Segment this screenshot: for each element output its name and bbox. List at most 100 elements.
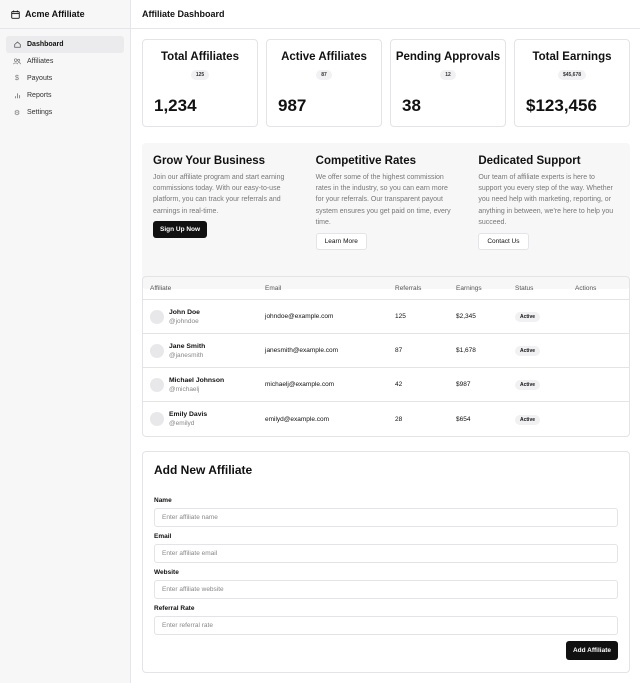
main-content: Total Affiliates 125 1,234 Active Affili… [131,29,640,683]
column-header: Affiliate [150,284,172,292]
sidebar-item-label: Dashboard [27,41,64,48]
feature-text: Our team of affiliate experts is here to… [478,174,614,226]
contact-us-button[interactable]: Contact Us [478,233,529,250]
bar-chart-icon [12,92,22,99]
status-cell: Active [515,346,575,356]
affiliate-name: Emily Davis [169,411,208,418]
sidebar-nav: Dashboard Affiliates $ Payouts Reports ⚙… [0,29,130,121]
form-title: Add New Affiliate [154,463,253,477]
earnings-cell: $2,345 [456,313,476,320]
column-header: Actions [575,284,597,292]
referrals-cell: 87 [395,347,403,354]
website-field[interactable] [154,580,618,599]
sidebar: Acme Affiliate Dashboard Affiliates $ Pa… [0,0,131,683]
email-cell: emilyd@example.com [265,415,330,423]
referrals-cell: 28 [395,415,403,423]
table-row[interactable]: John Doe @johndoe johndoe@example.com 125… [143,300,629,334]
name-field[interactable] [154,508,618,527]
sidebar-item-payouts[interactable]: $ Payouts [6,70,124,87]
avatar [150,377,164,392]
feature-title: Competitive Rates [315,155,417,167]
email-label: Email [154,533,172,540]
stat-badge: 12 [440,70,456,80]
page-title: Affiliate Dashboard [131,0,640,29]
affiliate-cell: Jane Smith @janesmith [143,343,265,359]
add-affiliate-button[interactable]: Add Affiliate [565,641,618,660]
email-cell: johndoe@example.com [265,313,334,320]
affiliate-handle: @janesmith [169,351,204,359]
gear-icon: ⚙ [13,109,21,117]
stats-row: Total Affiliates 125 1,234 Active Affili… [142,39,630,127]
sidebar-item-affiliates[interactable]: Affiliates [6,53,124,70]
sidebar-item-reports[interactable]: Reports [6,87,124,104]
earnings-cell: $987 [456,381,471,388]
feature-competitive-rates: Competitive Rates We offer some of the h… [305,143,468,289]
status-cell: Active [515,312,575,322]
stat-card-pending-approvals: Pending Approvals 12 38 [390,39,506,127]
stat-title: Total Earnings [532,51,612,63]
referral-rate-field[interactable] [154,616,618,635]
stat-badge: $45,678 [557,70,587,80]
brand[interactable]: Acme Affiliate [0,0,130,29]
email-field[interactable] [154,544,618,563]
stat-card-total-earnings: Total Earnings $45,678 $123,456 [514,39,630,127]
table-row[interactable]: Jane Smith @janesmith janesmith@example.c… [143,334,629,368]
email-cell: janesmith@example.com [265,347,339,354]
table-row[interactable]: Emily Davis @emilyd emilyd@example.com 28… [143,402,629,436]
affiliate-handle: @emilyd [169,420,195,427]
sidebar-item-label: Affiliates [27,58,54,65]
feature-dedicated-support: Dedicated Support Our team of affiliate … [467,143,630,289]
sidebar-item-dashboard[interactable]: Dashboard [6,36,124,53]
column-header: Email [265,284,282,292]
avatar [150,412,164,426]
app-title: Acme Affiliate [25,9,85,19]
affiliate-cell: Emily Davis @emilyd [143,411,265,427]
stat-value: $123,456 [526,96,597,115]
dollar-icon: $ [15,75,19,82]
feature-title: Grow Your Business [153,155,266,167]
feature-title: Dedicated Support [478,155,581,167]
earnings-cell: $654 [456,415,471,423]
stat-card-total-affiliates: Total Affiliates 125 1,234 [142,39,258,127]
features-panel: Grow Your Business Join our affiliate pr… [142,143,630,289]
learn-more-button[interactable]: Learn More [315,233,367,250]
affiliate-name: John Doe [169,308,200,316]
feature-text: We offer some of the highest commission … [315,174,451,226]
table-row[interactable]: Michael Johnson @michaelj michaelj@exampl… [143,368,629,402]
name-label: Name [154,497,172,504]
referral-rate-label: Referral Rate [154,605,195,612]
sidebar-item-label: Settings [27,109,53,116]
affiliate-handle: @michaelj [169,385,200,393]
status-cell: Active [515,414,575,425]
feature-text: Join our affiliate program and start ear… [153,174,285,215]
affiliate-handle: @johndoe [169,317,199,325]
status-badge: Active [515,414,541,425]
status-badge: Active [515,380,541,390]
sign-up-button[interactable]: Sign Up Now [153,221,208,238]
table-header: Affiliate Email Referrals Earnings Statu… [143,277,629,300]
status-badge: Active [515,346,541,356]
website-label: Website [154,569,179,576]
email-cell: michaelj@example.com [265,381,335,388]
column-header: Status [515,284,534,292]
avatar [150,343,164,358]
column-header: Referrals [395,284,422,292]
affiliate-cell: John Doe @johndoe [143,309,265,325]
avatar [150,309,164,324]
home-icon [12,41,22,48]
sidebar-item-settings[interactable]: ⚙ Settings [6,104,124,121]
sidebar-item-label: Reports [27,92,52,99]
earnings-cell: $1,678 [456,347,476,354]
stat-value: 987 [278,96,307,115]
status-cell: Active [515,380,575,390]
stat-value: 1,234 [154,96,197,115]
referrals-cell: 42 [395,381,403,388]
users-icon [12,58,22,65]
stat-title: Total Affiliates [161,51,239,63]
status-badge: Active [515,312,541,322]
affiliate-name: Michael Johnson [169,376,225,384]
referrals-cell: 125 [395,313,406,320]
stat-badge: 125 [190,70,210,80]
affiliate-name: Jane Smith [169,342,206,350]
stat-title: Pending Approvals [395,51,501,63]
